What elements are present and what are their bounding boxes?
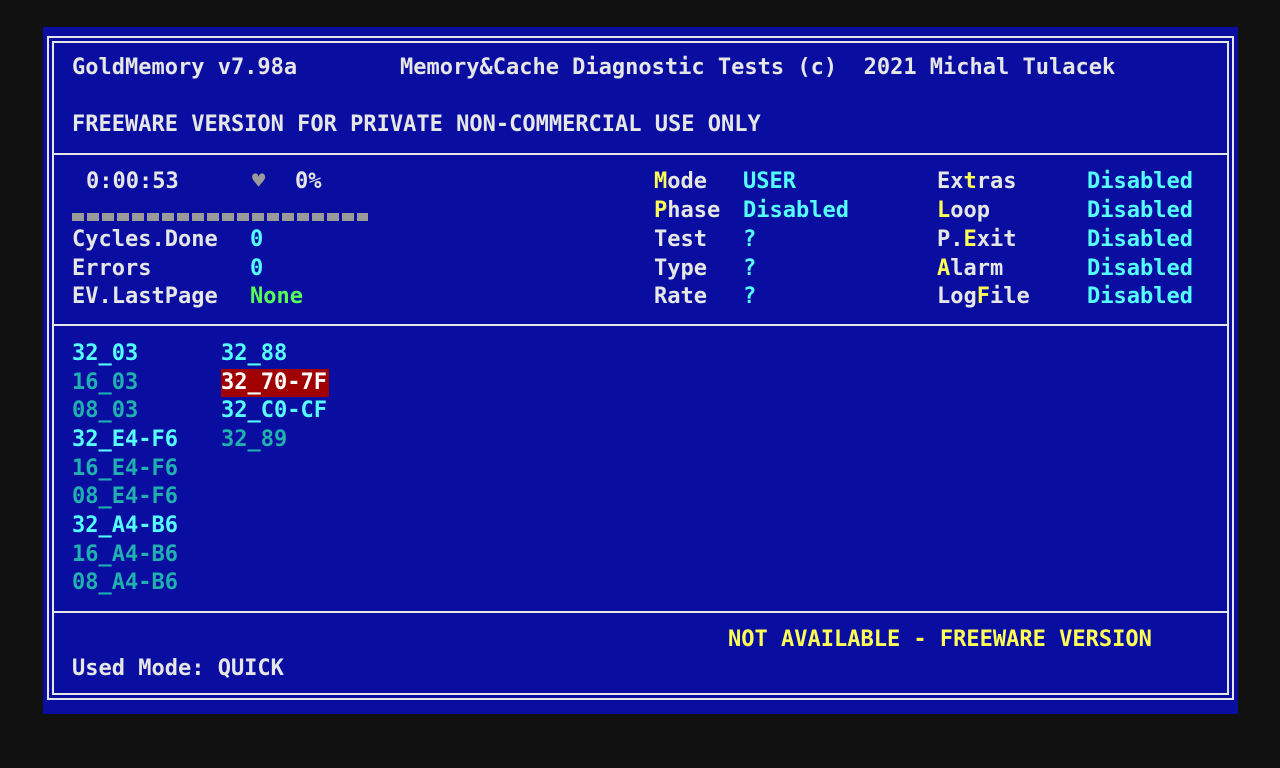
test-item[interactable]: 32_03 [72, 340, 138, 368]
mode-label: ode [667, 169, 707, 194]
type-value: ? [743, 256, 757, 281]
test-item[interactable]: 16_E4-F6 [72, 455, 178, 483]
test-item-selected[interactable]: 32_70-7F [221, 369, 329, 397]
loop-post: oop [950, 198, 990, 223]
progress-bar [72, 213, 368, 221]
extras-hotkey: t [963, 169, 977, 194]
logfile-pre: Log [937, 284, 977, 309]
alarm-hotkey: A [937, 256, 951, 281]
pexit-hotkey: E [963, 227, 977, 252]
setting-pexit[interactable]: P.Exit [937, 226, 1017, 254]
divider-header [52, 153, 1229, 155]
loop-hotkey: L [937, 198, 951, 223]
test-item[interactable]: 08_E4-F6 [72, 483, 178, 511]
lastpage-label: EV.LastPage [72, 284, 218, 309]
setting-logfile[interactable]: LogFile [937, 283, 1030, 311]
cycles-label: Cycles.Done [72, 227, 218, 252]
test-item[interactable]: 32_C0-CF [221, 397, 327, 425]
pexit-pre: P. [937, 227, 964, 252]
phase-hotkey: P [654, 198, 668, 223]
pexit-post: xit [976, 227, 1017, 252]
setting-test-label: Test [654, 227, 707, 252]
setting-extras[interactable]: Extras [937, 168, 1017, 196]
freeware-notice: NOT AVAILABLE - FREEWARE VERSION [728, 627, 1152, 652]
test-item[interactable]: 32_E4-F6 [72, 426, 178, 454]
heart-icon: ♥ [252, 169, 266, 194]
logfile-value: Disabled [1087, 284, 1193, 309]
elapsed-time: 0:00:53 [86, 169, 179, 194]
app-subtitle: Memory&Cache Diagnostic Tests (c) 2021 M… [400, 55, 1116, 80]
loop-value: Disabled [1087, 198, 1193, 223]
test-value: ? [743, 227, 757, 252]
test-item[interactable]: 08_03 [72, 397, 138, 425]
setting-alarm[interactable]: Alarm [937, 255, 1003, 283]
errors-value: 0 [250, 256, 264, 281]
logfile-post: ile [990, 284, 1030, 309]
app-title: GoldMemory v7.98a [72, 55, 298, 80]
used-mode: Used Mode: QUICK [72, 656, 284, 681]
setting-phase[interactable]: Phase [654, 197, 720, 225]
setting-loop[interactable]: Loop [937, 197, 990, 225]
extras-pre: Ex [937, 169, 964, 194]
alarm-post: larm [950, 256, 1004, 281]
setting-rate-label: Rate [654, 284, 707, 309]
test-item[interactable]: 32_88 [221, 340, 287, 368]
mode-value: USER [743, 169, 796, 194]
phase-label: hase [667, 198, 721, 223]
test-item[interactable]: 16_03 [72, 369, 138, 397]
license-notice: FREEWARE VERSION FOR PRIVATE NON-COMMERC… [72, 112, 761, 137]
test-item[interactable]: 08_A4-B6 [72, 569, 178, 597]
setting-mode[interactable]: Mode [654, 168, 707, 196]
test-item[interactable]: 32_89 [221, 426, 287, 454]
progress-percent: 0% [295, 169, 322, 194]
extras-value: Disabled [1087, 169, 1193, 194]
test-item[interactable]: 32_A4-B6 [72, 512, 178, 540]
divider-status [52, 324, 1229, 326]
setting-type-label: Type [654, 256, 707, 281]
inner-frame [52, 41, 1229, 695]
mode-hotkey: M [654, 169, 668, 194]
logfile-hotkey: F [976, 284, 990, 309]
dos-screen: GoldMemory v7.98a Memory&Cache Diagnosti… [43, 27, 1238, 714]
pexit-value: Disabled [1087, 227, 1193, 252]
lastpage-value: None [250, 284, 303, 309]
rate-value: ? [743, 284, 757, 309]
alarm-value: Disabled [1087, 256, 1193, 281]
errors-label: Errors [72, 256, 152, 281]
cycles-value: 0 [250, 227, 264, 252]
extras-post: ras [976, 169, 1017, 194]
phase-value: Disabled [743, 198, 849, 223]
divider-tests [52, 611, 1229, 613]
test-item[interactable]: 16_A4-B6 [72, 541, 178, 569]
